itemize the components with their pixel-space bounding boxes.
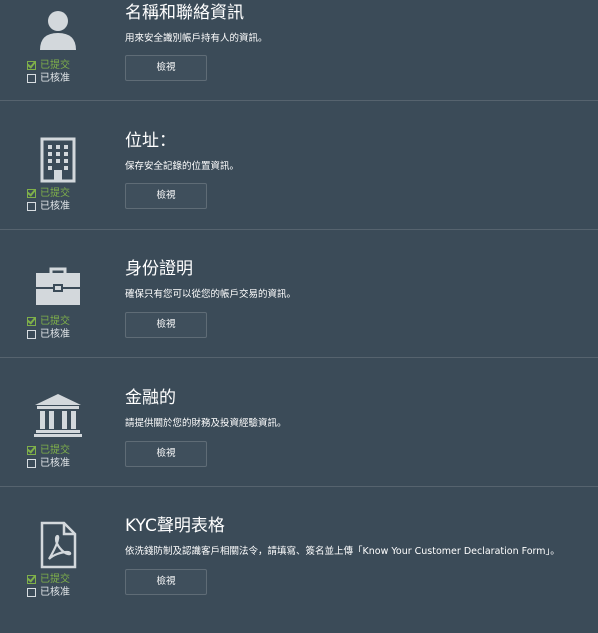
approved-checkbox: [27, 74, 36, 83]
view-button[interactable]: 檢視: [125, 312, 207, 338]
status-submitted: 已提交: [40, 188, 70, 199]
section-title: 金融的: [125, 388, 176, 408]
view-button[interactable]: 檢視: [125, 55, 207, 81]
submitted-checkbox: [27, 189, 36, 198]
section-title: 身份證明: [125, 259, 193, 279]
status-approved: 已核准: [40, 587, 70, 598]
status-group: 已提交 已核准: [27, 444, 70, 470]
status-submitted: 已提交: [40, 445, 70, 456]
submitted-checkbox: [27, 317, 36, 326]
status-approved: 已核准: [40, 73, 70, 84]
section-description: 確保只有您可以從您的帳戶交易的資訊。: [125, 289, 297, 300]
section-divider: [0, 486, 598, 487]
view-button[interactable]: 檢視: [125, 183, 207, 209]
section-kyc-form: 已提交 已核准 KYC聲明表格 依洗錢防制及認識客戶相關法令，請填寫、簽名並上傳…: [0, 505, 598, 633]
section-description: 依洗錢防制及認識客戶相關法令，請填寫、簽名並上傳「Know Your Custo…: [125, 546, 560, 557]
approved-checkbox: [27, 330, 36, 339]
status-submitted: 已提交: [40, 60, 70, 71]
view-button[interactable]: 檢視: [125, 441, 207, 467]
section-title: 名稱和聯絡資訊: [125, 3, 244, 23]
briefcase-icon: [30, 258, 86, 314]
section-divider: [0, 100, 598, 101]
section-title: KYC聲明表格: [125, 516, 225, 536]
section-description: 保存安全記錄的位置資訊。: [125, 161, 240, 172]
status-approved: 已核准: [40, 201, 70, 212]
submitted-checkbox: [27, 61, 36, 70]
submitted-checkbox: [27, 446, 36, 455]
bank-icon: [30, 387, 86, 443]
approved-checkbox: [27, 202, 36, 211]
approved-checkbox: [27, 459, 36, 468]
section-description: 用來安全識別帳戶持有人的資訊。: [125, 33, 268, 44]
section-title: 位址：: [125, 131, 176, 151]
status-group: 已提交 已核准: [27, 573, 70, 599]
section-name-contact: 已提交 已核准 名稱和聯絡資訊 用來安全識別帳戶持有人的資訊。 檢視: [0, 0, 598, 120]
status-approved: 已核准: [40, 329, 70, 340]
pdf-document-icon: [30, 517, 86, 573]
building-icon: [30, 132, 86, 188]
section-description: 請提供關於您的財務及投資經驗資訊。: [125, 418, 287, 429]
status-group: 已提交 已核准: [27, 59, 70, 85]
submitted-checkbox: [27, 575, 36, 584]
status-group: 已提交 已核准: [27, 187, 70, 213]
section-divider: [0, 357, 598, 358]
section-divider: [0, 229, 598, 230]
user-icon: [30, 2, 86, 58]
status-group: 已提交 已核准: [27, 315, 70, 341]
approved-checkbox: [27, 588, 36, 597]
status-submitted: 已提交: [40, 316, 70, 327]
status-submitted: 已提交: [40, 574, 70, 585]
view-button[interactable]: 檢視: [125, 569, 207, 595]
status-approved: 已核准: [40, 458, 70, 469]
